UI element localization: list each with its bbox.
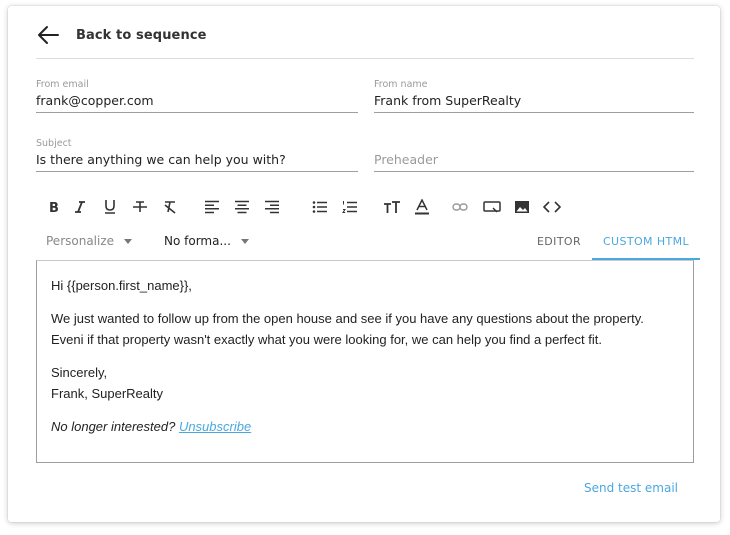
arrow-left-icon[interactable] (36, 24, 62, 46)
chevron-down-icon (124, 238, 133, 244)
from-email-field[interactable]: From email frank@copper.com (36, 78, 358, 113)
signature-text: Frank, SuperRealty (51, 386, 163, 401)
from-name-underline (374, 112, 694, 113)
formatting-toolbar: B (44, 196, 684, 218)
image-icon[interactable] (512, 196, 532, 218)
bullet-list-icon[interactable] (310, 196, 330, 218)
code-icon[interactable] (542, 196, 562, 218)
svg-text:B: B (49, 201, 59, 214)
align-left-icon[interactable] (202, 196, 222, 218)
from-email-value[interactable]: frank@copper.com (36, 91, 358, 111)
link-icon[interactable] (450, 196, 470, 218)
personalize-label: Personalize (46, 234, 115, 248)
numbered-list-icon[interactable] (340, 196, 360, 218)
preheader-placeholder[interactable]: Preheader (374, 150, 694, 170)
subject-field[interactable]: Subject Is there anything we can help yo… (36, 137, 358, 172)
from-email-label: From email (36, 79, 89, 90)
align-center-icon[interactable] (232, 196, 252, 218)
body-line-2: Eveni if that property wasn't exactly wh… (51, 332, 602, 347)
preheader-underline (374, 171, 694, 172)
text-color-icon[interactable] (412, 196, 432, 218)
unsubscribe-link[interactable]: Unsubscribe (179, 419, 251, 434)
subject-underline (36, 171, 358, 172)
tab-custom-html[interactable]: CUSTOM HTML (592, 230, 700, 260)
from-name-label: From name (374, 79, 428, 90)
subject-value[interactable]: Is there anything we can help you with? (36, 150, 358, 170)
from-email-underline (36, 112, 358, 113)
tab-editor[interactable]: EDITOR (526, 230, 592, 260)
button-icon[interactable] (482, 196, 502, 218)
underline-icon[interactable] (100, 196, 120, 218)
greeting-text: Hi {{person.first_name}}, (51, 278, 192, 293)
format-dropdown[interactable]: No forma... (164, 230, 249, 252)
email-body-editor[interactable]: Hi {{person.first_name}}, We just wanted… (36, 260, 694, 463)
back-to-sequence-link[interactable]: Back to sequence (76, 28, 207, 43)
clear-format-icon[interactable] (160, 196, 180, 218)
signoff-text: Sincerely, (51, 365, 108, 380)
subject-label: Subject (36, 138, 72, 149)
strikethrough-icon[interactable] (130, 196, 150, 218)
header-divider (36, 58, 694, 59)
unsubscribe-prompt: No longer interested? (51, 419, 176, 434)
from-name-value[interactable]: Frank from SuperRealty (374, 91, 694, 111)
chevron-down-icon (240, 238, 249, 244)
header: Back to sequence (36, 18, 207, 52)
align-right-icon[interactable] (262, 196, 282, 218)
secondary-toolbar: Personalize No forma... EDITOR CUSTOM HT… (36, 230, 700, 260)
send-test-email-link[interactable]: Send test email (584, 481, 678, 495)
personalize-dropdown[interactable]: Personalize (46, 230, 133, 252)
font-size-icon[interactable] (382, 196, 402, 218)
bold-icon[interactable]: B (44, 196, 64, 218)
preheader-field[interactable]: Preheader (374, 137, 694, 172)
email-composer-card: Back to sequence From email frank@copper… (8, 6, 720, 522)
italic-icon[interactable] (70, 196, 90, 218)
from-name-field[interactable]: From name Frank from SuperRealty (374, 78, 694, 113)
format-label: No forma... (164, 234, 231, 248)
body-line-1: We just wanted to follow up from the ope… (51, 311, 644, 326)
